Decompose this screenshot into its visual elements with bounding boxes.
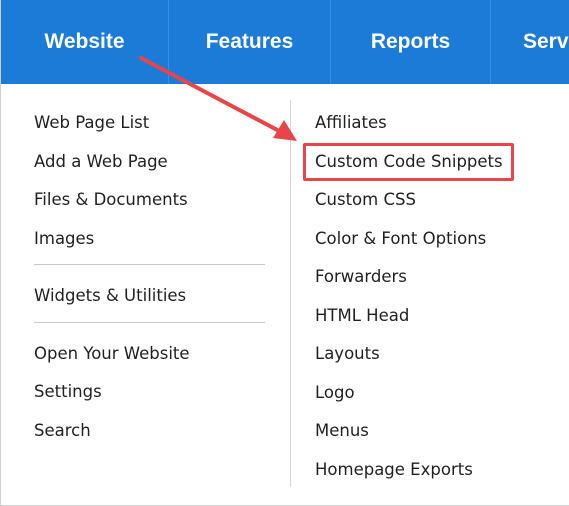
annotation-highlight-box bbox=[303, 143, 514, 181]
menu-left-column: Web Page List Add a Web Page Files & Doc… bbox=[34, 110, 266, 456]
menu-item-layouts[interactable]: Layouts bbox=[315, 341, 555, 380]
menu-item-search[interactable]: Search bbox=[34, 418, 266, 457]
nav-tab-website[interactable]: Website bbox=[1, 0, 169, 84]
menu-item-widgets-utilities[interactable]: Widgets & Utilities bbox=[34, 283, 266, 322]
menu-item-homepage-exports[interactable]: Homepage Exports bbox=[315, 457, 555, 496]
menu-item-color-font-options[interactable]: Color & Font Options bbox=[315, 226, 555, 265]
menu-item-settings[interactable]: Settings bbox=[34, 379, 266, 418]
nav-tab-features[interactable]: Features bbox=[169, 0, 331, 84]
menu-item-web-page-list[interactable]: Web Page List bbox=[34, 110, 266, 149]
top-navigation-bar: Website Features Reports Serv bbox=[1, 0, 569, 84]
menu-item-forwarders[interactable]: Forwarders bbox=[315, 264, 555, 303]
menu-item-custom-css[interactable]: Custom CSS bbox=[315, 187, 555, 226]
menu-item-logo[interactable]: Logo bbox=[315, 380, 555, 419]
menu-item-images[interactable]: Images bbox=[34, 226, 266, 265]
menu-item-menus[interactable]: Menus bbox=[315, 418, 555, 457]
menu-item-files-documents[interactable]: Files & Documents bbox=[34, 187, 266, 226]
menu-item-open-your-website[interactable]: Open Your Website bbox=[34, 341, 266, 380]
nav-tab-reports[interactable]: Reports bbox=[331, 0, 491, 84]
app-frame: Website Features Reports Serv Web Page L… bbox=[0, 0, 569, 506]
menu-divider bbox=[34, 264, 265, 265]
menu-item-html-head[interactable]: HTML Head bbox=[315, 303, 555, 342]
menu-divider bbox=[34, 321, 265, 323]
menu-item-add-web-page[interactable]: Add a Web Page bbox=[34, 149, 266, 188]
nav-tab-services[interactable]: Serv bbox=[491, 0, 569, 84]
menu-column-separator bbox=[290, 100, 291, 487]
